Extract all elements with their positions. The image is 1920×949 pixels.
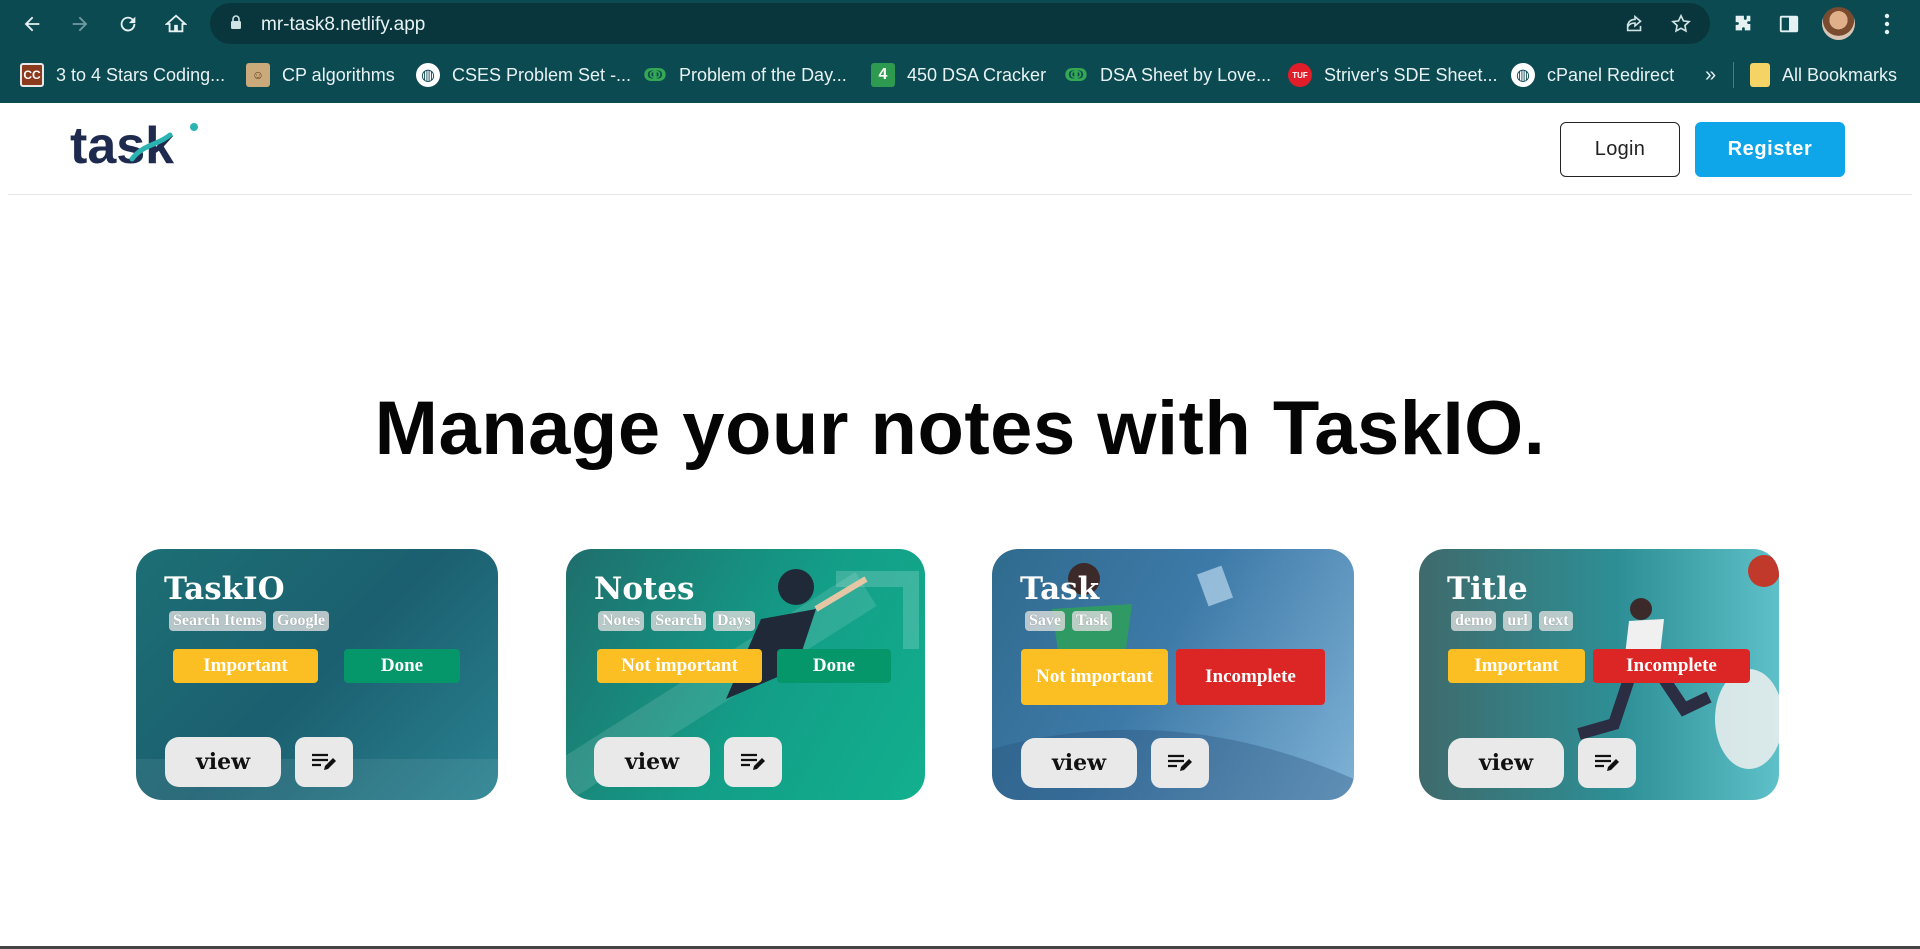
tag-chip: Search Items — [169, 611, 267, 631]
browser-toolbar: mr-task8.netlify.app — [0, 0, 1920, 47]
tag-list: demo url text — [1451, 611, 1573, 631]
gfg-icon: ↂ — [1064, 64, 1088, 85]
bookmark-label: 3 to 4 Stars Coding... — [56, 64, 226, 85]
svg-text:task: task — [70, 117, 174, 175]
cp-algorithms-icon: ☺ — [246, 63, 270, 87]
edit-note-button[interactable] — [1578, 738, 1636, 788]
edit-note-icon — [1168, 754, 1192, 771]
edit-note-icon — [741, 753, 765, 770]
status-badge: Done — [344, 649, 460, 683]
globe-icon: ◍ — [416, 63, 440, 87]
bookmark-item[interactable]: CC 3 to 4 Stars Coding... — [20, 61, 225, 89]
tag-chip: demo — [1451, 611, 1497, 631]
tag-chip: Task — [1072, 611, 1113, 631]
profile-avatar[interactable] — [1822, 7, 1855, 40]
back-arrow-icon[interactable] — [16, 8, 48, 40]
header-divider — [8, 194, 1912, 195]
register-button[interactable]: Register — [1695, 122, 1845, 177]
bookmark-item[interactable]: ◍ cPanel Redirect — [1511, 61, 1674, 89]
priority-badge: Not important — [597, 649, 762, 683]
tag-chip: Notes — [598, 611, 645, 631]
login-button[interactable]: Login — [1560, 122, 1680, 177]
edit-note-icon — [312, 753, 336, 770]
more-bookmarks-button[interactable]: » — [1705, 61, 1716, 89]
status-badge: Incomplete — [1176, 649, 1325, 705]
tag-list: Search Items Google — [169, 611, 330, 631]
priority-badge: Important — [173, 649, 318, 683]
bookmark-item[interactable]: ↂ Problem of the Day... — [643, 61, 847, 89]
tag-list: Notes Search Days — [598, 611, 755, 631]
task-logo[interactable]: task — [70, 115, 200, 175]
home-icon[interactable] — [160, 8, 192, 40]
url-text: mr-task8.netlify.app — [261, 14, 426, 35]
view-button[interactable]: view — [1448, 738, 1564, 788]
tuf-icon: TUF — [1288, 63, 1312, 87]
edit-note-icon — [1595, 754, 1619, 771]
bookmark-item[interactable]: TUF Striver's SDE Sheet... — [1288, 61, 1498, 89]
priority-badge: Important — [1448, 649, 1585, 683]
bookmark-label: DSA Sheet by Love... — [1100, 64, 1272, 85]
note-card: Notes Notes Search Days Not important Do… — [566, 549, 925, 800]
side-panel-icon[interactable] — [1774, 9, 1804, 39]
forward-arrow-icon[interactable] — [64, 8, 96, 40]
bookmark-label: Striver's SDE Sheet... — [1324, 64, 1498, 85]
bookmark-label: 450 DSA Cracker — [907, 64, 1047, 85]
view-button[interactable]: view — [1021, 738, 1137, 788]
edit-note-button[interactable] — [1151, 738, 1209, 788]
star-icon[interactable] — [1668, 11, 1694, 37]
bookmark-label: CP algorithms — [282, 64, 395, 85]
edit-note-button[interactable] — [724, 737, 782, 787]
tag-chip: Google — [273, 611, 330, 631]
note-card: Task Save Task Not important Incomplete … — [992, 549, 1354, 800]
note-card: TaskIO Search Items Google Important Don… — [136, 549, 498, 800]
card-title: Notes — [594, 571, 695, 607]
reload-icon[interactable] — [112, 8, 144, 40]
kebab-menu-icon[interactable] — [1872, 9, 1902, 39]
tag-chip: Days — [713, 611, 755, 631]
gfg-icon: ↂ — [643, 64, 667, 85]
hero-title: Manage your notes with TaskIO. — [374, 386, 1546, 471]
bookmark-item[interactable]: ☺ CP algorithms — [246, 61, 395, 89]
tag-chip: text — [1538, 611, 1573, 631]
card-title: Title — [1447, 571, 1528, 607]
view-button[interactable]: view — [594, 737, 710, 787]
bookmark-label: CSES Problem Set -... — [452, 64, 632, 85]
bookmark-item[interactable]: 4 450 DSA Cracker — [871, 61, 1046, 89]
card-title: Task — [1020, 571, 1100, 607]
bookmarks-separator — [1733, 62, 1734, 88]
all-bookmarks-label: All Bookmarks — [1782, 64, 1898, 85]
lock-icon — [231, 15, 241, 29]
share-icon[interactable] — [1622, 11, 1648, 37]
bookmark-label: cPanel Redirect — [1547, 64, 1675, 85]
cc-icon: CC — [20, 63, 44, 87]
address-bar[interactable]: mr-task8.netlify.app — [210, 3, 1710, 44]
status-badge: Incomplete — [1593, 649, 1750, 683]
edit-note-button[interactable] — [295, 737, 353, 787]
folder-icon — [1750, 63, 1770, 87]
note-card: Title demo url text Important Incomplete… — [1419, 549, 1779, 800]
bookmark-label: Problem of the Day... — [679, 64, 847, 85]
tag-list: Save Task — [1025, 611, 1113, 631]
priority-badge: Not important — [1021, 649, 1168, 705]
bookmark-item[interactable]: ↂ DSA Sheet by Love... — [1064, 61, 1271, 89]
status-badge: Done — [777, 649, 891, 683]
all-bookmarks-button[interactable]: All Bookmarks — [1750, 61, 1897, 89]
450-icon: 4 — [871, 63, 895, 87]
tag-chip: Search — [651, 611, 707, 631]
globe-icon: ◍ — [1511, 63, 1535, 87]
tag-chip: Save — [1025, 611, 1065, 631]
extensions-puzzle-icon[interactable] — [1728, 9, 1758, 39]
bookmark-item[interactable]: ◍ CSES Problem Set -... — [416, 61, 631, 89]
card-title: TaskIO — [164, 571, 285, 607]
tag-chip: url — [1503, 611, 1532, 631]
view-button[interactable]: view — [165, 737, 281, 787]
